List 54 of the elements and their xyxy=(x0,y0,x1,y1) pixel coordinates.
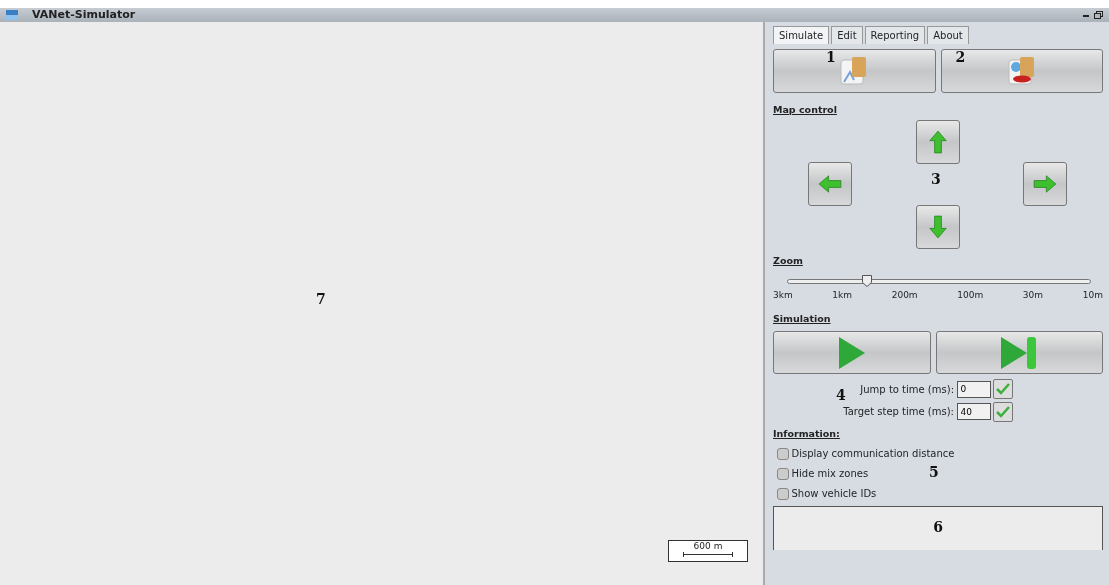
field-label: Jump to time (ms): xyxy=(860,382,954,397)
callout-number: 6 xyxy=(933,518,943,537)
restore-icon[interactable] xyxy=(1094,11,1103,19)
arrow-button[interactable] xyxy=(1023,162,1067,207)
field-label: Target step time (ms): xyxy=(843,405,954,420)
time-field[interactable]: 40 xyxy=(956,403,991,421)
callout-number: 1 xyxy=(826,48,836,67)
checkbox[interactable] xyxy=(777,447,789,460)
arrow-button[interactable] xyxy=(916,120,960,165)
map-canvas[interactable]: 7 600 m xyxy=(0,22,765,585)
open-button[interactable]: 1 xyxy=(773,49,936,93)
callout-number: 3 xyxy=(931,170,941,190)
scale-line xyxy=(683,552,733,557)
zoom-tick-label: 10m xyxy=(1082,288,1103,302)
callout-number: 4 xyxy=(836,386,846,406)
window-title: VANet-Simulator xyxy=(32,6,136,23)
apply-button[interactable] xyxy=(993,379,1013,400)
checkbox[interactable] xyxy=(777,487,789,500)
zoom-tick-label: 200m xyxy=(891,288,918,302)
app-icon xyxy=(6,10,18,20)
zoom-tick-label: 1km xyxy=(832,288,853,302)
zoom-tick-label: 30m xyxy=(1022,288,1044,302)
callout-number: 2 xyxy=(955,48,966,67)
tab[interactable]: Edit xyxy=(831,26,863,44)
section-heading: Information: xyxy=(773,426,841,441)
map-folder-icon xyxy=(840,56,869,86)
playback-button[interactable] xyxy=(935,331,1103,375)
section-heading: Map control xyxy=(773,103,838,117)
playback-button[interactable] xyxy=(773,331,931,375)
arrow-button[interactable] xyxy=(916,205,960,250)
minimize-icon[interactable] xyxy=(1083,13,1089,17)
section-heading: Zoom xyxy=(773,254,804,269)
checkbox-label: Show vehicle IDs xyxy=(791,487,877,501)
checkmark-icon xyxy=(996,383,1010,396)
callout-number: 7 xyxy=(316,290,326,309)
zoom-tick-label: 3km xyxy=(773,288,793,302)
tab[interactable]: About xyxy=(927,26,969,44)
tab[interactable]: Reporting xyxy=(864,26,926,44)
checkbox-label: Display communication distance xyxy=(791,447,955,461)
zoom-tick-label: 100m xyxy=(957,288,984,302)
scale-label: 600 m xyxy=(693,541,723,552)
tab[interactable]: Simulate xyxy=(773,26,830,44)
checkmark-icon xyxy=(996,405,1010,418)
checkbox[interactable] xyxy=(777,467,789,480)
arrow-button[interactable] xyxy=(808,162,852,207)
play-icon xyxy=(836,334,867,371)
time-field[interactable]: 0 xyxy=(956,380,991,398)
callout-number: 5 xyxy=(929,463,939,482)
zoom-slider-thumb[interactable] xyxy=(861,274,872,287)
car-folder-icon xyxy=(1007,56,1036,86)
apply-button[interactable] xyxy=(993,401,1013,422)
checkbox-label: Hide mix zones xyxy=(791,467,869,481)
open-button[interactable]: 2 xyxy=(940,49,1103,93)
section-heading: Simulation xyxy=(773,312,832,326)
